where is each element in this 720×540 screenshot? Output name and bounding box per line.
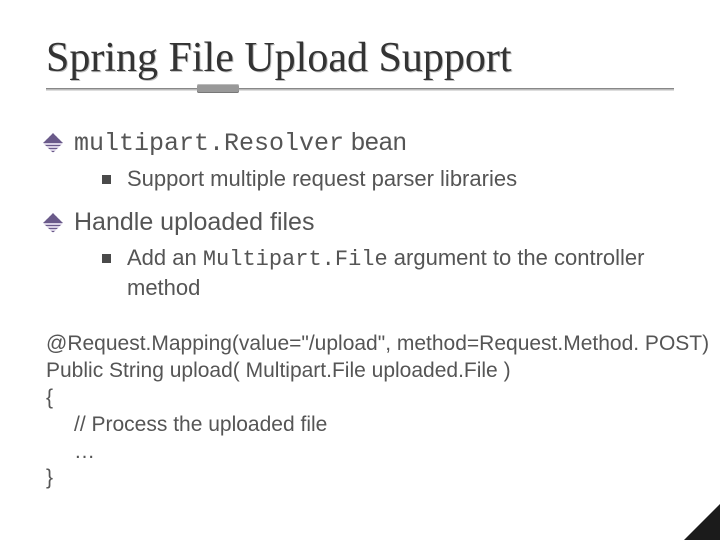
bullet-text: Add an Multipart.File argument to the co…: [127, 244, 674, 301]
square-bullet-icon: [102, 254, 111, 263]
bullet-level1: multipart.Resolver bean: [46, 127, 674, 159]
content-area: multipart.Resolver bean Support multiple…: [46, 127, 674, 492]
diamond-bullet-icon: [46, 216, 60, 230]
bullet-level1: Handle uploaded files: [46, 207, 674, 238]
slide: Spring File Upload Support multipart.Res…: [0, 0, 720, 540]
code-line: }: [46, 465, 674, 492]
code-line: …: [46, 439, 674, 466]
slide-title: Spring File Upload Support: [46, 34, 512, 82]
square-bullet-icon: [102, 175, 111, 184]
bullet-level2: Add an Multipart.File argument to the co…: [102, 244, 674, 301]
bullet-text: multipart.Resolver bean: [74, 127, 407, 159]
code-block: @Request.Mapping(value="/upload", method…: [46, 331, 674, 492]
text-span: bean: [344, 128, 407, 156]
code-line: // Process the uploaded file: [46, 412, 674, 439]
code-line: {: [46, 385, 674, 412]
bullet-text: Handle uploaded files: [74, 207, 314, 238]
bullet-level2: Support multiple request parser librarie…: [102, 165, 674, 193]
diamond-bullet-icon: [46, 136, 60, 150]
text-span: Add an: [127, 245, 203, 270]
title-area: Spring File Upload Support: [46, 34, 674, 91]
code-line: @Request.Mapping(value="/upload", method…: [46, 331, 674, 358]
code-span: Multipart.File: [203, 247, 388, 272]
bullet-text: Support multiple request parser librarie…: [127, 165, 517, 193]
title-underline: [46, 88, 674, 91]
code-line: Public String upload( Multipart.File upl…: [46, 358, 674, 385]
code-span: multipart.Resolver: [74, 129, 344, 158]
corner-fold-icon: [684, 504, 720, 540]
